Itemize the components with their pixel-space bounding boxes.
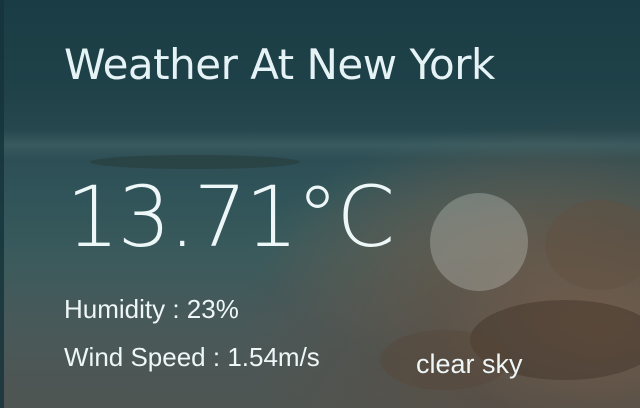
weather-description: clear sky: [416, 349, 523, 379]
wind-speed-value: Wind Speed : 1.54m/s: [64, 342, 320, 372]
temperature-value: 13.71°C: [66, 168, 395, 266]
background-horizon-glow: [0, 130, 640, 160]
humidity-value: Humidity : 23%: [64, 294, 239, 324]
background-rock: [545, 200, 640, 290]
page-title: Weather At New York: [64, 40, 495, 89]
clear-sky-icon: [430, 193, 528, 291]
weather-card: Weather At New York 13.71°C Humidity : 2…: [0, 0, 640, 408]
background-distant-island: [90, 155, 300, 169]
left-edge-shadow: [0, 0, 4, 408]
